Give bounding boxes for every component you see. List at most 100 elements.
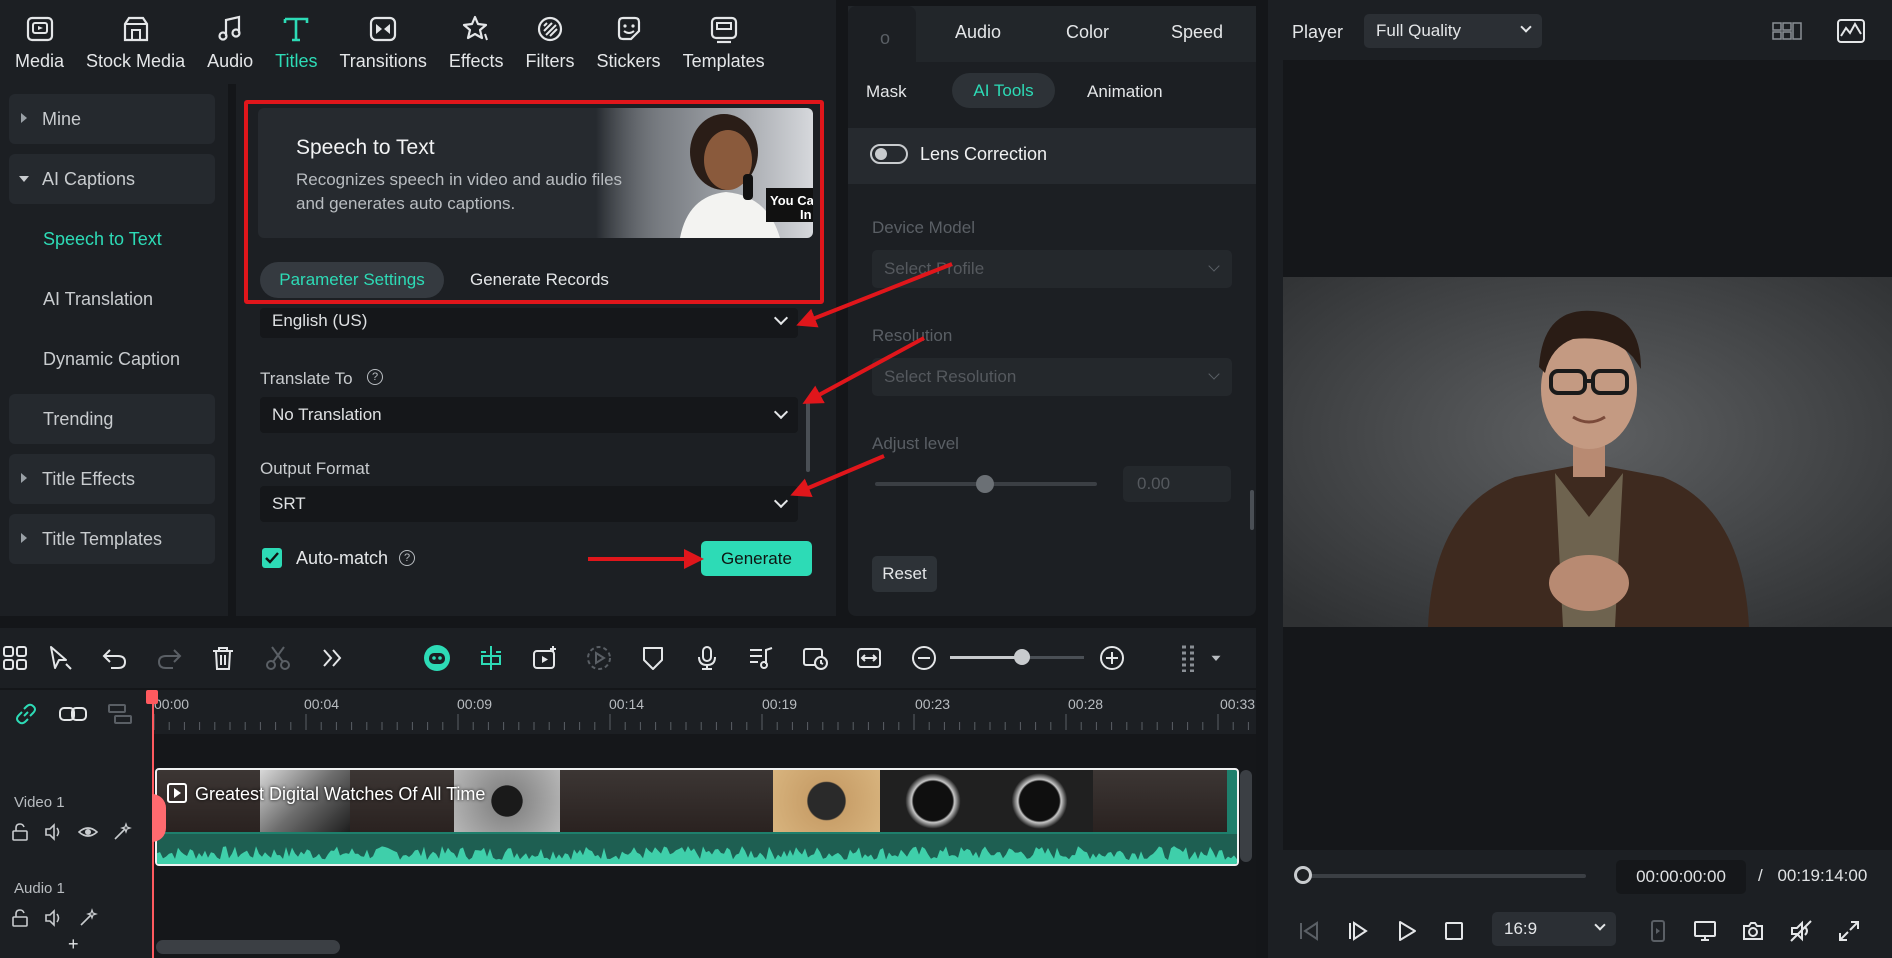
tab-transitions[interactable]: Transitions	[328, 0, 437, 84]
tab-video[interactable]: o	[848, 6, 916, 62]
sidebar-item-title-templates[interactable]: Title Templates	[9, 514, 215, 564]
sidebar-item-mine[interactable]: Mine	[9, 94, 215, 144]
resolution-select[interactable]: Select Resolution	[872, 358, 1232, 396]
speaker-volume-icon[interactable]	[44, 822, 64, 842]
tab-effects[interactable]: Effects	[438, 0, 515, 84]
sidebar-item-trending[interactable]: Trending	[9, 394, 215, 444]
language-select[interactable]: English (US)	[260, 308, 798, 338]
speaker-volume-icon[interactable]	[44, 908, 64, 928]
redo-icon[interactable]	[153, 642, 185, 674]
zoom-out-icon[interactable]	[908, 642, 940, 674]
layout-grid-icon[interactable]	[0, 642, 32, 674]
dropdown-triangle-icon[interactable]	[1208, 642, 1224, 674]
timeline-horizontal-scrollbar[interactable]	[156, 940, 340, 954]
undo-icon[interactable]	[99, 642, 131, 674]
tab-generate-records[interactable]: Generate Records	[470, 262, 609, 298]
previous-frame-icon[interactable]	[1296, 918, 1322, 944]
lock-track-icon[interactable]	[10, 908, 30, 928]
display-monitor-icon[interactable]	[1692, 918, 1718, 944]
aspect-ratio-select[interactable]: 16:9	[1492, 912, 1616, 946]
microphone-icon[interactable]	[691, 642, 723, 674]
tab-speed[interactable]: Speed	[1171, 22, 1223, 43]
timeline-zoom-knob[interactable]	[1014, 649, 1030, 665]
device-model-select[interactable]: Select Profile	[872, 250, 1232, 288]
play-icon[interactable]	[1393, 918, 1419, 944]
add-track-button[interactable]: +	[68, 934, 79, 955]
track-height-grid-icon[interactable]	[1172, 642, 1204, 674]
tab-media[interactable]: Media	[4, 0, 75, 84]
waveform-monitor-icon[interactable]	[1836, 18, 1866, 44]
delete-trash-icon[interactable]	[207, 642, 239, 674]
caret-down-icon	[19, 176, 29, 182]
tab-stock-media[interactable]: Stock Media	[75, 0, 196, 84]
subtab-mask[interactable]: Mask	[866, 82, 918, 102]
eye-visibility-icon[interactable]	[78, 822, 98, 842]
translate-to-value: No Translation	[272, 405, 382, 424]
auto-match-checkbox[interactable]	[262, 548, 282, 568]
ruler-tick-label: 00:00	[154, 696, 190, 712]
zoom-in-icon[interactable]	[1096, 642, 1128, 674]
adjust-level-slider-knob[interactable]	[976, 475, 994, 493]
sidebar-item-dynamic-caption[interactable]: Dynamic Caption	[9, 334, 215, 384]
current-timecode-input[interactable]: 00:00:00:00	[1616, 860, 1746, 894]
translate-to-select[interactable]: No Translation	[260, 397, 798, 433]
playback-quality-select[interactable]: Full Quality	[1364, 14, 1542, 48]
panel-scrollbar[interactable]	[806, 398, 810, 472]
select-pointer-icon[interactable]	[44, 642, 76, 674]
more-double-chevron-icon[interactable]	[316, 642, 348, 674]
step-forward-icon[interactable]	[1345, 918, 1371, 944]
tab-templates[interactable]: Templates	[672, 0, 776, 84]
subtab-animation[interactable]: Animation	[1087, 82, 1163, 102]
properties-scrollbar[interactable]	[1250, 490, 1254, 530]
scissors-cut-icon[interactable]	[262, 642, 294, 674]
video-clip[interactable]: Greatest Digital Watches Of All Time	[155, 768, 1239, 866]
playback-progress-knob[interactable]	[1294, 866, 1312, 884]
magic-wand-icon[interactable]	[78, 908, 98, 928]
track-manager-icon[interactable]	[106, 700, 134, 728]
sidebar-item-speech-to-text[interactable]: Speech to Text	[9, 214, 215, 264]
reset-button[interactable]: Reset	[872, 556, 937, 592]
help-question-icon[interactable]: ?	[367, 369, 383, 385]
help-question-icon[interactable]: ?	[399, 550, 415, 566]
phone-preview-icon[interactable]	[1645, 918, 1671, 944]
stop-icon[interactable]	[1441, 918, 1467, 944]
playhead-marker[interactable]	[146, 690, 158, 704]
sidebar-item-ai-captions[interactable]: AI Captions	[9, 154, 215, 204]
timeline-vertical-scrollbar[interactable]	[1240, 770, 1252, 862]
snapshot-camera-icon[interactable]	[1740, 918, 1766, 944]
fullscreen-icon[interactable]	[1836, 918, 1862, 944]
tab-color[interactable]: Color	[1066, 22, 1109, 43]
playback-progress-track[interactable]	[1302, 874, 1586, 878]
tab-stickers[interactable]: Stickers	[586, 0, 672, 84]
clip-thumbnail	[1093, 770, 1227, 832]
tab-filters[interactable]: Filters	[515, 0, 586, 84]
layout-grid-icon[interactable]	[1772, 20, 1802, 42]
add-media-icon[interactable]	[529, 642, 561, 674]
subtab-ai-tools[interactable]: AI Tools	[952, 73, 1055, 108]
fit-width-icon[interactable]	[853, 642, 885, 674]
sidebar-item-title-effects[interactable]: Title Effects	[9, 454, 215, 504]
output-format-select[interactable]: SRT	[260, 486, 798, 522]
sidebar-item-ai-translation[interactable]: AI Translation	[9, 274, 215, 324]
tab-parameter-settings[interactable]: Parameter Settings	[260, 262, 444, 298]
tab-titles[interactable]: Titles	[264, 0, 328, 84]
magic-wand-icon[interactable]	[112, 822, 132, 842]
clip-trim-handle[interactable]	[152, 794, 166, 842]
generate-button[interactable]: Generate	[701, 541, 812, 576]
ai-assistant-icon[interactable]	[421, 642, 453, 674]
render-preview-icon[interactable]	[583, 642, 615, 674]
tab-audio-props[interactable]: Audio	[955, 22, 1001, 43]
speed-clock-icon[interactable]	[799, 642, 831, 674]
lock-track-icon[interactable]	[10, 822, 30, 842]
link-chain-icon[interactable]	[12, 700, 40, 728]
sidebar-item-label: Speech to Text	[43, 228, 162, 249]
volume-mute-icon[interactable]	[1788, 918, 1814, 944]
lens-correction-toggle[interactable]	[870, 144, 908, 164]
audio-list-icon[interactable]	[745, 642, 777, 674]
auto-ripple-magnet-icon[interactable]	[475, 642, 507, 674]
tab-audio[interactable]: Audio	[196, 0, 264, 84]
group-link-icon[interactable]	[58, 700, 88, 728]
clip-thumbnail	[880, 770, 986, 832]
marker-shield-icon[interactable]	[637, 642, 669, 674]
adjust-level-input[interactable]: 0.00	[1123, 466, 1231, 502]
